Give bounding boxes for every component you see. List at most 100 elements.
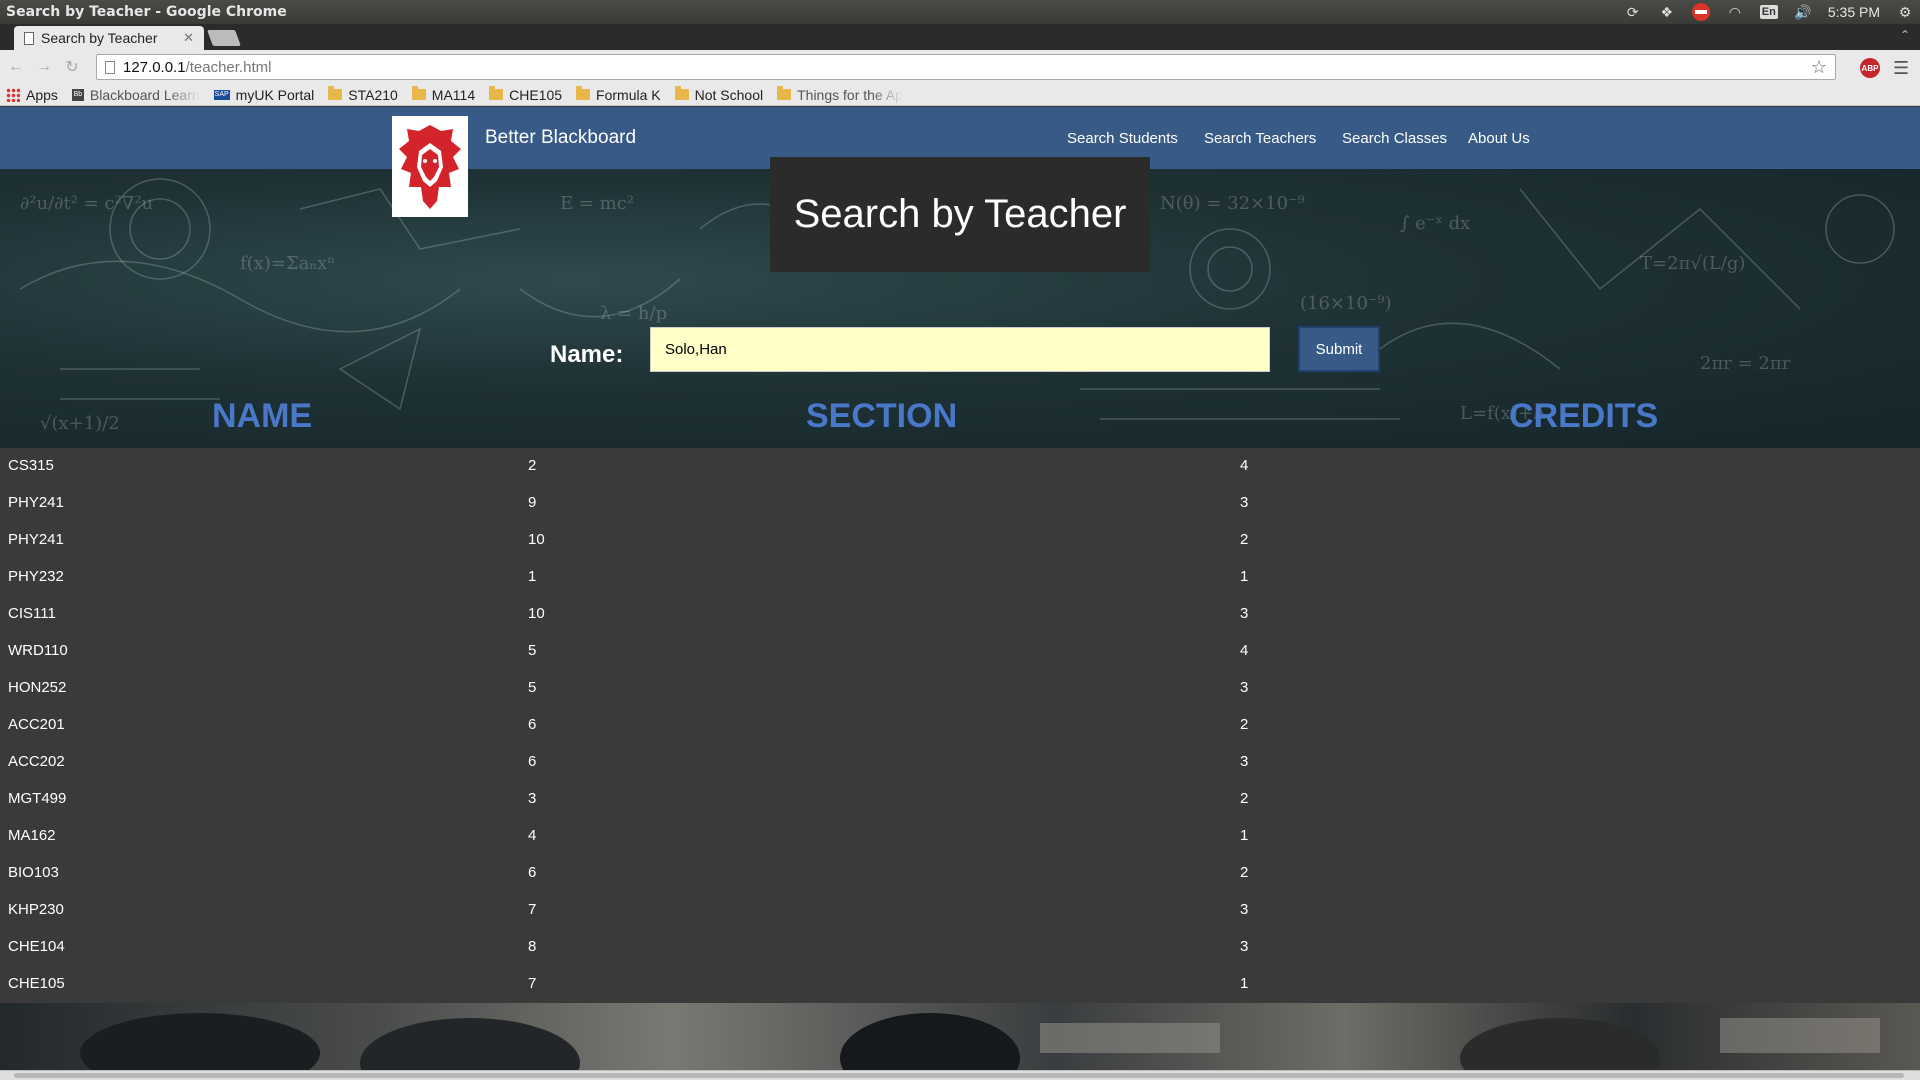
horizontal-scrollbar[interactable] <box>0 1070 1920 1080</box>
folder-icon <box>489 86 504 100</box>
table-row: ACC201 6 2 <box>0 707 1920 744</box>
cell-section: 9 <box>528 494 537 511</box>
results-table: CS315 2 4 PHY241 9 3 PHY241 10 2 PHY232 1 1 CIS111 10… <box>0 448 1920 1003</box>
window-restore-icon[interactable]: ⌃ <box>1900 28 1910 42</box>
svg-text:T=2π√(L/g): T=2π√(L/g) <box>1640 253 1745 274</box>
address-bar[interactable]: 127.0.0.1/teacher.html ☆ <box>96 54 1836 80</box>
table-row: CIS111 10 3 <box>0 596 1920 633</box>
bookmark-folder-ma114[interactable]: MA114 <box>411 86 475 103</box>
svg-text:√(x+1)/2: √(x+1)/2 <box>40 413 120 434</box>
site-brand[interactable]: Better Blackboard <box>485 127 636 149</box>
cell-section: 2 <box>528 457 537 474</box>
cell-credits: 3 <box>1240 679 1249 696</box>
cell-section: 3 <box>528 790 537 807</box>
bookmark-blackboard[interactable]: Bb Blackboard Learn <box>71 87 200 103</box>
cell-credits: 3 <box>1240 605 1249 622</box>
cell-credits: 3 <box>1240 494 1249 511</box>
cell-name: MGT499 <box>8 790 67 807</box>
svg-text:λ = h/p: λ = h/p <box>600 303 667 324</box>
bookmark-apps[interactable]: Apps <box>6 87 58 103</box>
cell-name: CS315 <box>8 457 54 474</box>
volume-icon[interactable]: 🔊 <box>1794 4 1812 20</box>
sync-icon[interactable]: ⟳ <box>1624 4 1642 20</box>
browser-tab-active[interactable]: Search by Teacher ✕ <box>14 26 204 50</box>
cell-section: 10 <box>528 531 545 548</box>
cell-credits: 4 <box>1240 457 1249 474</box>
page-icon <box>24 31 34 45</box>
bookmark-folder-things[interactable]: Things for the Ap <box>777 86 903 103</box>
settings-gear-icon[interactable]: ⚙ <box>1896 4 1914 20</box>
cell-name: CHE104 <box>8 938 65 955</box>
cell-name: CIS111 <box>8 605 56 622</box>
table-row: MGT499 3 2 <box>0 781 1920 818</box>
cell-section: 10 <box>528 605 545 622</box>
page-icon <box>105 60 115 74</box>
nav-search-students[interactable]: Search Students <box>1067 130 1178 147</box>
bookmark-star-icon[interactable]: ☆ <box>1811 57 1827 78</box>
sap-icon: SAP <box>213 89 230 100</box>
new-tab-button[interactable] <box>207 30 241 46</box>
cell-name: ACC201 <box>8 716 65 733</box>
folder-icon <box>777 86 792 100</box>
close-tab-icon[interactable]: ✕ <box>183 30 194 46</box>
reload-icon[interactable]: ↻ <box>60 57 84 77</box>
svg-text:(16×10⁻⁹): (16×10⁻⁹) <box>1300 293 1392 314</box>
tab-title: Search by Teacher <box>41 30 158 46</box>
name-label: Name: <box>550 341 624 368</box>
cell-name: WRD110 <box>8 642 68 659</box>
svg-text:∂²u/∂t² = c²∇²u: ∂²u/∂t² = c²∇²u <box>20 193 153 214</box>
adblock-plus-icon[interactable]: ABP <box>1860 58 1880 78</box>
do-not-disturb-icon[interactable] <box>1691 3 1710 21</box>
classroom-footer-image <box>0 1003 1920 1070</box>
bookmark-folder-sta210[interactable]: STA210 <box>328 86 398 103</box>
cell-name: PHY241 <box>8 494 64 511</box>
url-path: /teacher.html <box>185 58 272 76</box>
bookmark-myuk-portal[interactable]: SAP myUK Portal <box>213 87 314 103</box>
svg-text:E = mc²: E = mc² <box>560 193 634 214</box>
bookmark-folder-formula-k[interactable]: Formula K <box>576 86 661 103</box>
cell-credits: 2 <box>1240 716 1249 733</box>
cell-credits: 3 <box>1240 938 1249 955</box>
submit-button[interactable]: Submit <box>1298 326 1380 372</box>
table-row: BIO103 6 2 <box>0 855 1920 892</box>
clock[interactable]: 5:35 PM <box>1828 4 1880 20</box>
table-row: PHY241 10 2 <box>0 522 1920 559</box>
table-row: ACC202 6 3 <box>0 744 1920 781</box>
table-row: CHE105 7 1 <box>0 966 1920 1003</box>
table-row: MA162 4 1 <box>0 818 1920 855</box>
cell-credits: 2 <box>1240 790 1249 807</box>
cell-section: 5 <box>528 642 537 659</box>
svg-text:N(θ) = 32×10⁻⁹: N(θ) = 32×10⁻⁹ <box>1160 193 1305 214</box>
table-row: KHP230 7 3 <box>0 892 1920 929</box>
keyboard-language-indicator[interactable]: En <box>1759 5 1778 19</box>
column-header-credits: CREDITS <box>1509 397 1659 435</box>
teacher-name-input[interactable] <box>650 327 1270 372</box>
table-row: PHY241 9 3 <box>0 485 1920 522</box>
bookmark-folder-che105[interactable]: CHE105 <box>489 86 562 103</box>
wifi-icon[interactable]: ◠ <box>1726 4 1744 20</box>
blackboard-icon: Bb <box>71 88 84 101</box>
cell-section: 6 <box>528 716 537 733</box>
cell-credits: 2 <box>1240 864 1249 881</box>
nav-search-teachers[interactable]: Search Teachers <box>1204 130 1316 147</box>
nav-search-classes[interactable]: Search Classes <box>1342 130 1447 147</box>
folder-icon <box>674 86 689 100</box>
cell-section: 1 <box>528 568 537 585</box>
dropbox-icon[interactable]: ❖ <box>1658 4 1676 20</box>
back-arrow-icon[interactable]: ← <box>4 58 28 76</box>
bookmarks-bar: Apps Bb Blackboard Learn SAP myUK Portal S… <box>0 84 1920 106</box>
cell-credits: 2 <box>1240 531 1249 548</box>
svg-text:∫ e⁻ˣ dx: ∫ e⁻ˣ dx <box>1400 213 1470 234</box>
lion-logo[interactable] <box>392 116 468 217</box>
bookmark-folder-not-school[interactable]: Not School <box>674 86 763 103</box>
cell-section: 7 <box>528 975 537 992</box>
cell-name: MA162 <box>8 827 56 844</box>
table-row: HON252 5 3 <box>0 670 1920 707</box>
nav-about-us[interactable]: About Us <box>1468 130 1530 147</box>
cell-section: 6 <box>528 753 537 770</box>
forward-arrow-icon[interactable]: → <box>32 58 56 76</box>
scrollbar-thumb[interactable] <box>14 1073 1904 1078</box>
os-top-bar: Search by Teacher - Google Chrome ⟳ ❖ ◠ … <box>0 0 1920 24</box>
cell-name: KHP230 <box>8 901 64 918</box>
chrome-menu-icon[interactable]: ☰ <box>1893 58 1909 79</box>
